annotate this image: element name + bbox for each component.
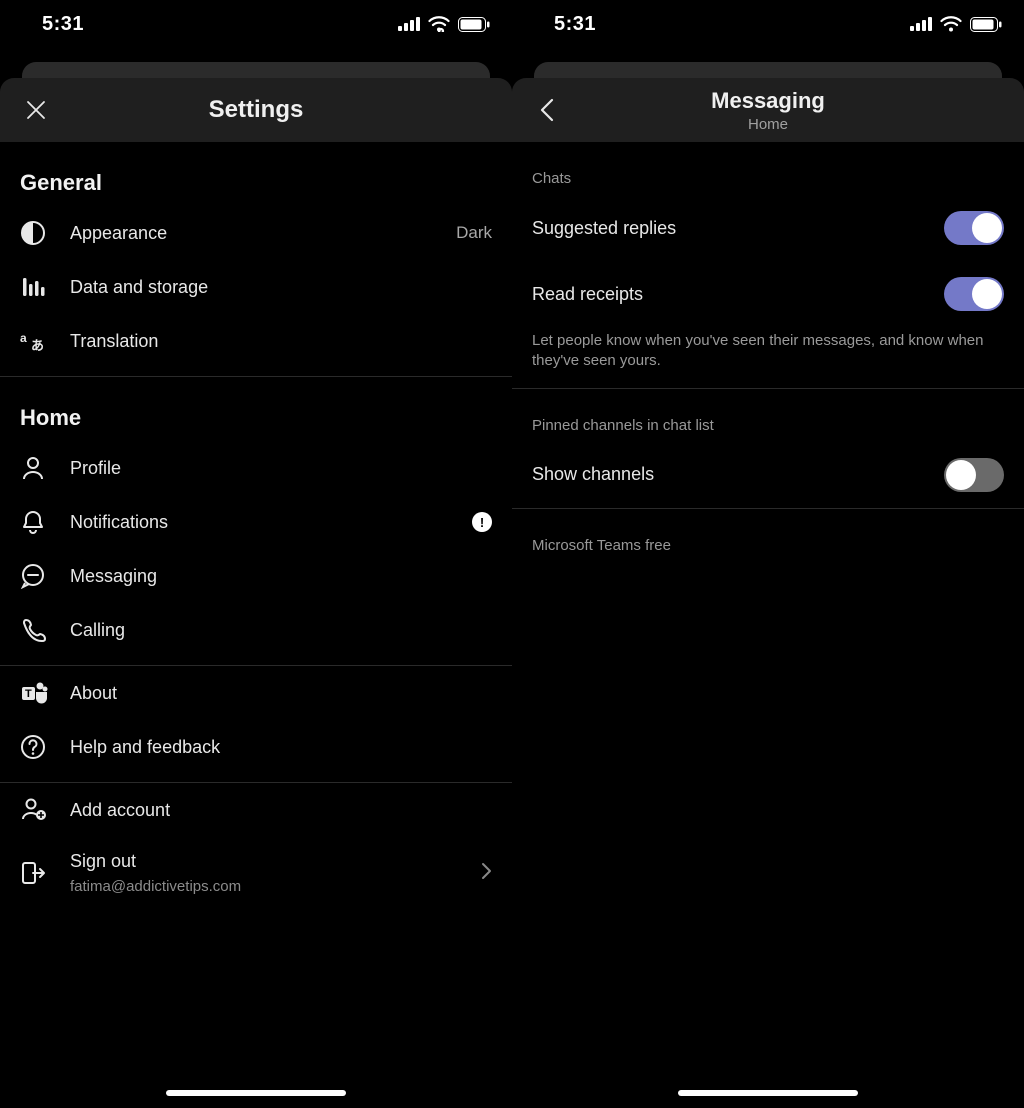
add-person-icon — [20, 797, 48, 823]
page-title: Settings — [209, 96, 304, 124]
chevron-left-icon — [538, 97, 558, 123]
settings-screen: 5:31 Settings General Appearance Dark — [0, 0, 512, 1108]
row-label: Show channels — [532, 464, 654, 485]
home-indicator[interactable] — [166, 1090, 346, 1096]
status-time: 5:31 — [554, 13, 596, 36]
cellular-icon — [398, 17, 420, 31]
cellular-icon — [910, 17, 932, 31]
bell-icon — [20, 509, 46, 535]
toggle-knob — [946, 460, 976, 490]
wifi-icon — [940, 16, 962, 32]
phone-icon — [20, 617, 46, 643]
page-subtitle: Home — [748, 116, 788, 133]
row-value: Dark — [456, 223, 492, 243]
row-notifications[interactable]: Notifications ! — [0, 495, 512, 549]
row-label: Notifications — [70, 512, 472, 533]
back-button[interactable] — [518, 80, 578, 140]
wifi-icon — [428, 16, 450, 32]
signout-label: Sign out — [70, 851, 480, 872]
close-button[interactable] — [6, 80, 66, 140]
row-signout[interactable]: Sign out fatima@addictivetips.com — [0, 837, 512, 909]
section-home: Home — [0, 377, 512, 441]
toggle-knob — [972, 279, 1002, 309]
row-data-storage[interactable]: Data and storage — [0, 260, 512, 314]
section-teams-free: Microsoft Teams free — [512, 509, 1024, 562]
row-add-account[interactable]: Add account — [0, 783, 512, 837]
row-label: Appearance — [70, 223, 456, 244]
section-general: General — [0, 142, 512, 206]
row-label: Help and feedback — [70, 737, 492, 758]
header-stack: Messaging Home — [512, 48, 1024, 142]
row-help[interactable]: Help and feedback — [0, 720, 512, 774]
header-bar: Settings — [0, 78, 512, 142]
page-title: Messaging — [711, 88, 825, 114]
status-bar-right: 5:31 — [512, 0, 1024, 48]
header-stack: Settings — [0, 48, 512, 142]
row-show-channels[interactable]: Show channels — [512, 442, 1024, 508]
row-label: Add account — [70, 800, 492, 821]
svg-text:あ: あ — [31, 338, 44, 352]
row-translation[interactable]: aあ Translation — [0, 314, 512, 368]
toggle-suggested-replies[interactable] — [944, 211, 1004, 245]
bars-icon — [20, 274, 46, 300]
svg-text:a: a — [20, 331, 27, 345]
status-icons — [910, 16, 1002, 32]
status-time: 5:31 — [42, 13, 84, 36]
row-label: About — [70, 683, 492, 704]
toggle-show-channels[interactable] — [944, 458, 1004, 492]
row-label: Messaging — [70, 566, 492, 587]
signout-icon — [20, 860, 46, 886]
row-label: Translation — [70, 331, 492, 352]
battery-icon — [458, 17, 490, 32]
toggle-knob — [972, 213, 1002, 243]
section-chats: Chats — [512, 142, 1024, 195]
battery-icon — [970, 17, 1002, 32]
status-icons — [398, 16, 490, 32]
signout-email: fatima@addictivetips.com — [70, 878, 480, 895]
settings-body: General Appearance Dark Data and storage… — [0, 142, 512, 1108]
header-bar: Messaging Home — [512, 78, 1024, 142]
row-calling[interactable]: Calling — [0, 603, 512, 657]
messaging-body: Chats Suggested replies Read receipts Le… — [512, 142, 1024, 1108]
row-profile[interactable]: Profile — [0, 441, 512, 495]
person-icon — [20, 455, 46, 481]
row-messaging[interactable]: Messaging — [0, 549, 512, 603]
chat-icon — [20, 563, 46, 589]
translate-icon: aあ — [20, 330, 48, 352]
messaging-screen: 5:31 Messaging Home Chats Suggested repl… — [512, 0, 1024, 1108]
help-icon — [20, 734, 46, 760]
row-read-receipts[interactable]: Read receipts — [512, 261, 1024, 327]
chevron-right-icon — [480, 862, 492, 885]
row-label: Suggested replies — [532, 218, 676, 239]
status-bar-left: 5:31 — [0, 0, 512, 48]
home-indicator[interactable] — [678, 1090, 858, 1096]
toggle-read-receipts[interactable] — [944, 277, 1004, 311]
close-icon — [24, 98, 48, 122]
svg-text:T: T — [25, 688, 32, 700]
row-appearance[interactable]: Appearance Dark — [0, 206, 512, 260]
row-label: Profile — [70, 458, 492, 479]
alert-badge-icon: ! — [472, 512, 492, 532]
teams-icon: T — [20, 680, 48, 706]
row-label: Calling — [70, 620, 492, 641]
row-label: Read receipts — [532, 284, 643, 305]
section-pinned: Pinned channels in chat list — [512, 389, 1024, 442]
read-receipts-hint: Let people know when you've seen their m… — [512, 327, 1024, 388]
row-suggested-replies[interactable]: Suggested replies — [512, 195, 1024, 261]
row-label: Data and storage — [70, 277, 492, 298]
row-about[interactable]: T About — [0, 666, 512, 720]
half-circle-icon — [20, 220, 46, 246]
